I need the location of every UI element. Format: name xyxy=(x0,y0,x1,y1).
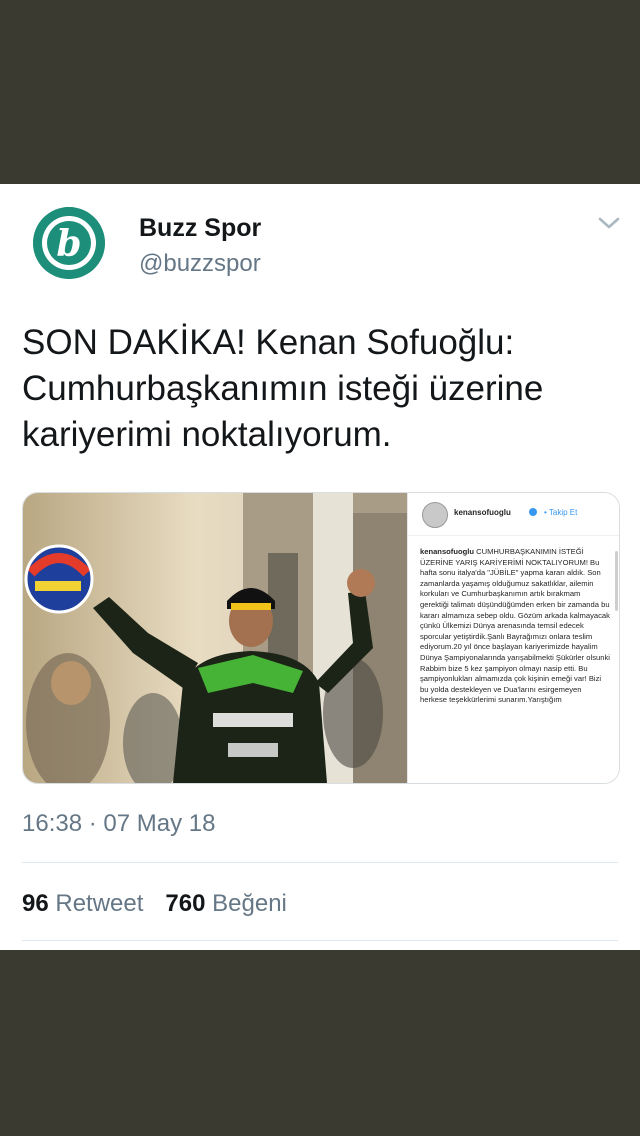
rider-photo xyxy=(23,493,407,783)
instagram-avatar xyxy=(422,502,448,528)
tweet-timestamp[interactable]: 16:38 · 07 May 18 xyxy=(22,810,215,838)
verified-icon xyxy=(529,508,537,516)
tweet-card[interactable]: b Buzz Spor @buzzspor SON DAKİKA! Kenan … xyxy=(0,184,640,950)
retweet-stat[interactable]: 96 Retweet xyxy=(22,890,143,917)
tweet-stats: 96 Retweet 760 Beğeni xyxy=(22,890,287,918)
like-count: 760 xyxy=(165,890,206,917)
author-name[interactable]: Buzz Spor xyxy=(139,214,261,243)
chevron-down-icon[interactable] xyxy=(596,214,622,232)
avatar[interactable]: b xyxy=(33,207,105,279)
instagram-scrollbar xyxy=(615,551,618,611)
like-label: Beğeni xyxy=(212,890,287,917)
instagram-follow-link: • Takip Et xyxy=(544,508,578,517)
bottom-dark-bar xyxy=(0,950,640,1136)
divider xyxy=(22,940,618,941)
instagram-caption-text: CUMHURBAŞKANIMIN İSTEĞİ ÜZERİNE YARIŞ KA… xyxy=(420,547,610,705)
retweet-count: 96 xyxy=(22,890,49,917)
retweet-label: Retweet xyxy=(55,890,144,917)
avatar-letter: b xyxy=(56,223,81,265)
tweet-text: SON DAKİKA! Kenan Sofuoğlu: Cumhurbaşkan… xyxy=(22,323,544,454)
like-stat[interactable]: 760 Beğeni xyxy=(165,890,286,917)
tweet-media[interactable]: kenansofuoglu • Takip Et kenansofuoglu C… xyxy=(22,492,620,784)
instagram-post: kenansofuoglu • Takip Et kenansofuoglu C… xyxy=(407,493,619,783)
instagram-caption: kenansofuoglu CUMHURBAŞKANIMIN İSTEĞİ ÜZ… xyxy=(420,547,610,706)
author-handle[interactable]: @buzzspor xyxy=(139,250,261,278)
top-dark-bar xyxy=(0,0,640,184)
instagram-caption-user: kenansofuoglu xyxy=(420,547,475,556)
divider xyxy=(22,862,618,863)
instagram-header: kenansofuoglu • Takip Et xyxy=(408,493,619,536)
instagram-username: kenansofuoglu xyxy=(454,508,511,517)
